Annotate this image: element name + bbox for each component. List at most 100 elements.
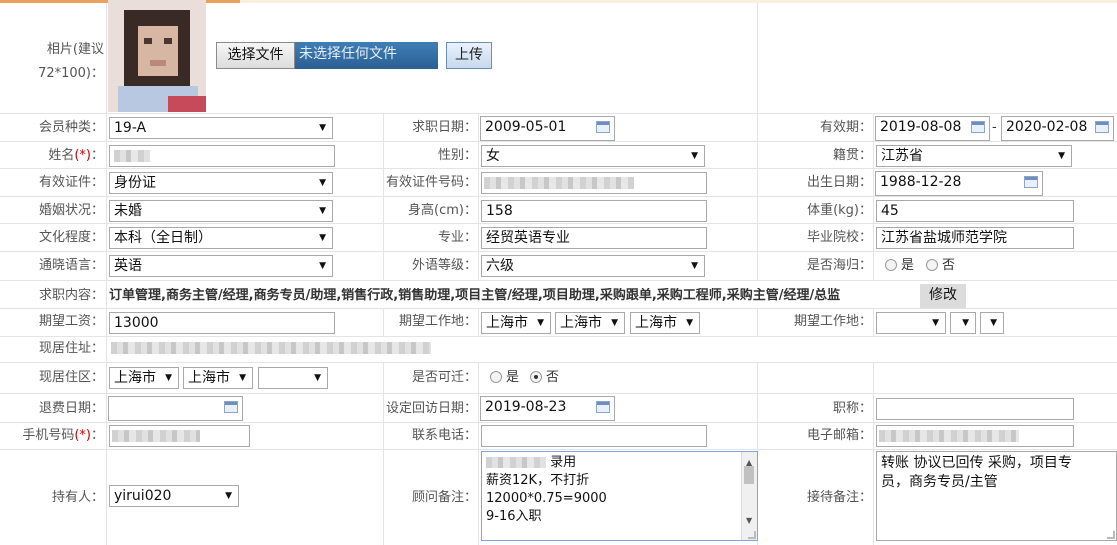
chevron-down-icon: ▼ [239,373,246,383]
reception-notes-label: 接待备注： [806,490,872,505]
id-number-label: 有效证件号码： [385,175,477,190]
modify-job-button[interactable]: 修改 [920,284,966,308]
holder-select[interactable]: yirui020 ▼ [109,485,239,507]
row-divider [0,141,1117,142]
marital-status-select[interactable]: 未婚 ▼ [109,200,333,222]
language-select[interactable]: 英语 ▼ [109,255,333,277]
avatar [108,0,206,112]
reception-notes-textarea[interactable]: 转账 协议已回传 采购，项目专 员，商务专员/主管 [876,451,1117,541]
calendar-icon[interactable] [1024,176,1038,188]
workplace-b-select-1[interactable]: ▼ [876,312,946,334]
name-input[interactable] [109,145,335,167]
scroll-down-icon[interactable]: ▼ [746,512,752,530]
overseas-label: 是否海归： [806,258,872,273]
phone-label: 联系电话： [411,428,477,443]
consultant-note-line: 12000*0.75=9000 [486,491,607,506]
member-photo [108,0,206,112]
row-divider [0,393,1117,394]
chevron-down-icon: ▼ [932,318,939,328]
salary-input[interactable]: 13000 [109,312,335,334]
calendar-icon[interactable] [596,121,610,133]
calendar-icon[interactable] [1095,121,1109,133]
education-label: 文化程度： [38,230,104,245]
major-input[interactable]: 经贸英语专业 [481,227,707,249]
education-select[interactable]: 本科（全日制） ▼ [109,227,333,249]
chevron-down-icon: ▼ [962,318,969,328]
address-input[interactable] [109,338,1117,360]
calendar-icon[interactable] [971,121,985,133]
apply-date-input[interactable]: 2009-05-01 [480,116,615,141]
refund-date-input[interactable] [108,396,243,421]
calendar-icon[interactable] [224,401,238,413]
workplace-select-1[interactable]: 上海市 ▼ [481,312,551,334]
height-input[interactable]: 158 [481,200,707,222]
job-title-input[interactable] [876,398,1074,420]
revisit-date-input[interactable]: 2019-08-23 [480,396,615,421]
height-value: 158 [486,203,513,219]
column-divider [873,113,874,280]
calendar-icon[interactable] [596,401,610,413]
weight-input[interactable]: 45 [876,200,1074,222]
email-input[interactable] [876,425,1074,447]
valid-period-label: 有效期： [819,120,872,135]
job-title-label: 职称： [832,401,872,416]
chevron-down-icon: ▼ [686,318,693,328]
residence-area-select-2[interactable]: 上海市 ▼ [183,367,253,389]
resize-grip-icon[interactable] [748,531,756,539]
workplace-b-select-3[interactable]: ▼ [980,312,1004,334]
valid-from-input[interactable]: 2019-08-08 [875,116,990,141]
workplace-b-select-2[interactable]: ▼ [950,312,976,334]
selected-file-name: 未选择任何文件 [295,42,438,69]
revisit-date-value: 2019-08-23 [485,399,567,415]
consultant-notes-textarea[interactable]: 录用 薪资12K，不打折 12000*0.75=9000 9-16入职 ▲ ▼ [481,451,758,541]
id-number-input[interactable] [481,172,707,194]
salary-value: 13000 [114,315,159,331]
relocate-no-radio[interactable] [530,371,542,383]
chevron-down-icon: ▼ [165,373,172,383]
native-place-select[interactable]: 江苏省 ▼ [876,145,1072,167]
residence-area-select-1[interactable]: 上海市 ▼ [109,367,179,389]
scroll-thumb[interactable] [744,466,754,484]
chevron-down-icon: ▼ [319,123,326,133]
valid-separator: - [992,120,997,135]
valid-to-input[interactable]: 2020-02-08 [1001,116,1114,141]
member-type-select[interactable]: 19-A ▼ [109,117,333,139]
consultant-note-line: 录用 [486,454,753,472]
name-label: 姓名(*)： [48,148,104,163]
refund-date-label: 退费日期： [38,401,104,416]
gender-select[interactable]: 女 ▼ [481,145,705,167]
language-level-select[interactable]: 六级 ▼ [481,255,705,277]
workplace-select-3[interactable]: 上海市 ▼ [630,312,700,334]
residence-area-select-3[interactable]: ▼ [258,367,328,389]
workplace-label: 期望工作地： [398,314,477,329]
valid-to-value: 2020-02-08 [1006,119,1088,135]
notes-scrollbar[interactable]: ▲ ▼ [741,452,757,540]
column-divider [873,308,874,336]
workplace-select-2[interactable]: 上海市 ▼ [555,312,625,334]
choose-file-button[interactable]: 选择文件 [216,42,295,69]
overseas-no-radio[interactable] [926,259,938,271]
consultant-note-line: 薪资12K，不打折 [486,473,590,488]
phone-input[interactable] [481,425,707,447]
language-value: 英语 [114,258,142,274]
upload-button[interactable]: 上传 [446,42,492,69]
overseas-yes-radio[interactable] [885,259,897,271]
school-input[interactable]: 江苏省盐城师范学院 [876,227,1074,249]
language-label: 通晓语言： [38,258,104,273]
column-divider [873,362,874,545]
mobile-input[interactable] [109,425,250,447]
chevron-down-icon: ▼ [319,261,326,271]
chevron-down-icon: ▼ [990,318,997,328]
row-divider [0,223,1117,224]
relocate-yes-radio[interactable] [490,371,502,383]
id-type-select[interactable]: 身份证 ▼ [109,172,333,194]
residence-area-value-1: 上海市 [114,370,156,386]
resize-grip-icon[interactable] [1107,531,1115,539]
salary-label: 期望工资： [38,314,104,329]
chevron-down-icon: ▼ [225,491,232,501]
weight-label: 体重(kg)： [807,203,872,218]
birth-date-input[interactable]: 1988-12-28 [875,171,1043,196]
member-type-value: 19-A [114,120,147,136]
workplace-b-label: 期望工作地： [793,314,872,329]
reception-note-line: 转账 协议已回传 采购，项目专 [881,455,1072,471]
